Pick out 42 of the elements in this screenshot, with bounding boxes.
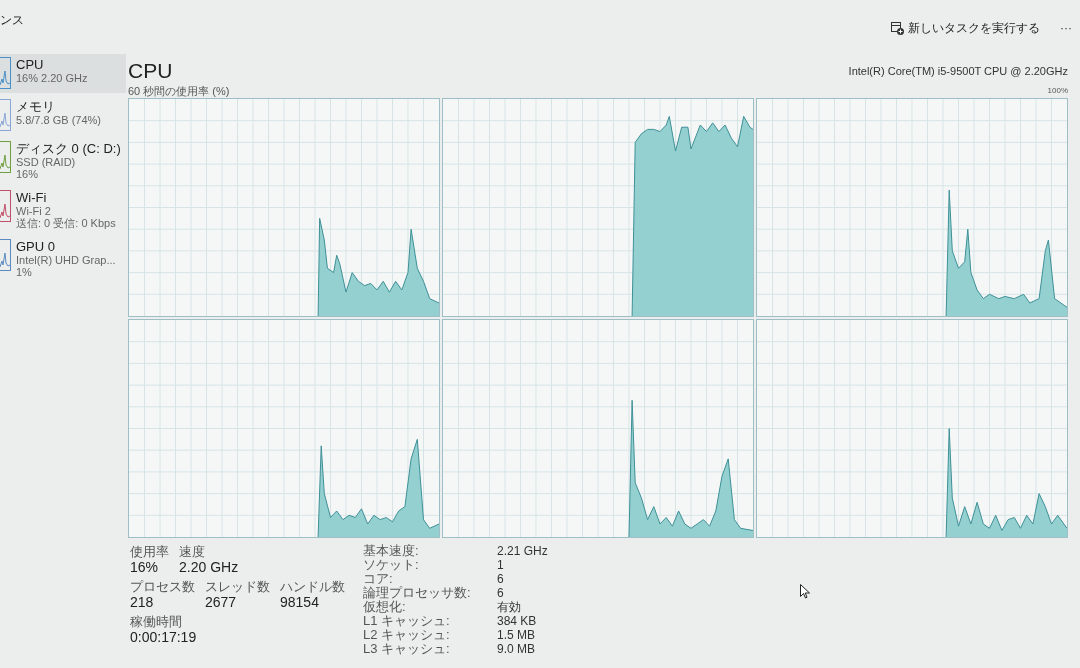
spec-label: L3 キャッシュ: bbox=[363, 642, 451, 656]
spec-value: 9.0 MB bbox=[497, 642, 536, 656]
sidebar-item[interactable]: ディスク 0 (C: D:) SSD (RAID) 16% bbox=[0, 138, 126, 184]
spec-value: 6 bbox=[497, 572, 505, 586]
window-plus-icon bbox=[891, 21, 904, 35]
sidebar-item[interactable]: GPU 0 Intel(R) UHD Grap... 1% bbox=[0, 236, 126, 282]
stat-value: 98154 bbox=[280, 594, 320, 611]
stat-label: 使用率 bbox=[130, 544, 169, 559]
sidebar-item[interactable]: Wi-Fi Wi-Fi 2 送信: 0 受信: 0 Kbps bbox=[0, 187, 126, 233]
stat-label: ハンドル数 bbox=[280, 579, 345, 594]
spec-label: L2 キャッシュ: bbox=[363, 628, 451, 642]
stat-label: 稼働時間 bbox=[130, 614, 183, 629]
sidebar-item[interactable]: メモリ 5.8/7.8 GB (74%) bbox=[0, 96, 126, 135]
cpu-title: CPU bbox=[128, 58, 173, 84]
spec-value: 1 bbox=[497, 558, 505, 572]
spec-value: 384 KB bbox=[497, 614, 538, 628]
stat-label: プロセス数 bbox=[130, 579, 195, 594]
spec-label: ソケット: bbox=[363, 558, 420, 572]
run-task-button[interactable]: 新しいタスクを実行する bbox=[887, 16, 1044, 40]
processor-name: Intel(R) Core(TM) i5-9500T CPU @ 2.20GHz bbox=[848, 64, 1068, 78]
spec-label: 基本速度: bbox=[363, 544, 420, 558]
spec-value: 有効 bbox=[497, 600, 522, 614]
graph-max-label: 100% bbox=[1047, 86, 1068, 96]
mouse-pointer-icon bbox=[800, 584, 810, 599]
spec-label: 仮想化: bbox=[363, 600, 407, 614]
sidebar-item[interactable]: CPU 16% 2.20 GHz bbox=[0, 54, 126, 93]
stat-label: スレッド数 bbox=[205, 579, 270, 594]
more-button[interactable]: ··· bbox=[1056, 17, 1076, 39]
spec-value: 1.5 MB bbox=[497, 628, 536, 642]
stat-value: 16% bbox=[130, 559, 160, 576]
stat-value: 0:00:17:19 bbox=[130, 629, 197, 646]
spec-value: 2.21 GHz bbox=[497, 544, 548, 558]
page-title: ンス bbox=[0, 12, 24, 29]
spec-label: コア: bbox=[363, 572, 394, 586]
stat-value: 218 bbox=[130, 594, 155, 611]
stat-value: 2.20 GHz bbox=[179, 559, 239, 576]
graph-caption: 60 秒間の使用率 (%) bbox=[128, 84, 230, 98]
spec-label: L1 キャッシュ: bbox=[363, 614, 451, 628]
stat-label: 速度 bbox=[179, 544, 206, 559]
stat-value: 2677 bbox=[205, 594, 238, 611]
spec-value: 6 bbox=[497, 586, 505, 600]
spec-label: 論理プロセッサ数: bbox=[363, 586, 472, 600]
